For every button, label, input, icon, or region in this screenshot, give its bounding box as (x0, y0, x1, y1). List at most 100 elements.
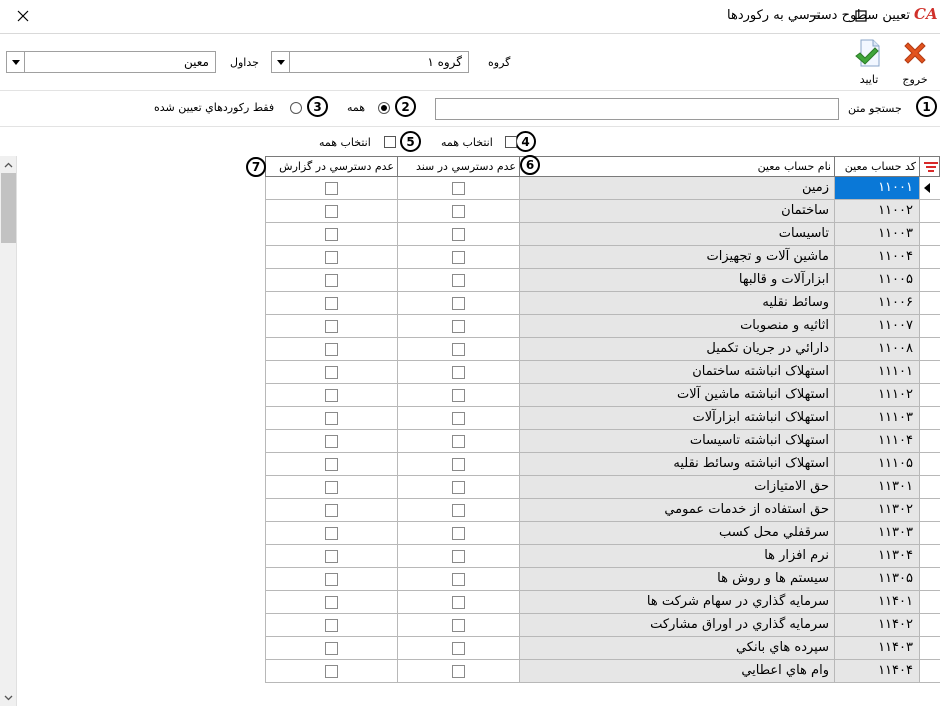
tables-select[interactable]: معین (6, 51, 216, 73)
account-code-cell[interactable]: ۱۱۰۰۸ (835, 338, 920, 361)
table-row[interactable]: وام هاي اعطایي ۱۱۴۰۴ (265, 660, 940, 683)
no-access-report-checkbox[interactable] (324, 596, 338, 609)
row-indicator[interactable] (920, 315, 940, 338)
no-access-report-cell[interactable] (265, 430, 398, 453)
no-access-doc-cell[interactable] (398, 476, 520, 499)
no-access-doc-cell[interactable] (398, 453, 520, 476)
no-access-doc-cell[interactable] (398, 292, 520, 315)
table-row[interactable]: وسائط نقلیه ۱۱۰۰۶ (265, 292, 940, 315)
chevron-down-icon[interactable] (7, 52, 25, 72)
no-access-report-checkbox[interactable] (324, 205, 338, 218)
no-access-report-checkbox[interactable] (324, 458, 338, 471)
account-code-cell[interactable]: ۱۱۰۰۵ (835, 269, 920, 292)
no-access-doc-checkbox[interactable] (451, 389, 465, 402)
no-access-report-cell[interactable] (265, 522, 398, 545)
row-indicator[interactable] (920, 660, 940, 683)
table-row[interactable]: حق استفاده از خدمات عمومي ۱۱۳۰۲ (265, 499, 940, 522)
column-header-no-access-doc[interactable]: عدم دسترسي در سند (398, 156, 520, 177)
row-indicator[interactable] (920, 522, 940, 545)
no-access-report-cell[interactable] (265, 292, 398, 315)
table-row[interactable]: استهلاک انباشته ابزارآلات ۱۱۱۰۳ (265, 407, 940, 430)
scroll-up-button[interactable] (0, 156, 17, 173)
account-name-cell[interactable]: سرمایه گذاري در اوراق مشارکت (520, 614, 835, 637)
table-row[interactable]: سرمایه گذاري در سهام شرکت ها ۱۱۴۰۱ (265, 591, 940, 614)
close-button[interactable] (0, 0, 46, 32)
account-code-cell[interactable]: ۱۱۰۰۳ (835, 223, 920, 246)
account-name-cell[interactable]: زمین (520, 177, 835, 200)
no-access-report-checkbox[interactable] (324, 435, 338, 448)
no-access-report-cell[interactable] (265, 200, 398, 223)
no-access-report-checkbox[interactable] (324, 366, 338, 379)
table-row[interactable]: ماشین آلات و تجهیزات ۱۱۰۰۴ (265, 246, 940, 269)
account-code-cell[interactable]: ۱۱۱۰۱ (835, 361, 920, 384)
account-name-cell[interactable]: حق استفاده از خدمات عمومي (520, 499, 835, 522)
account-code-cell[interactable]: ۱۱۴۰۲ (835, 614, 920, 637)
filter-button[interactable] (920, 156, 940, 177)
no-access-doc-cell[interactable] (398, 568, 520, 591)
no-access-report-checkbox[interactable] (324, 251, 338, 264)
no-access-doc-cell[interactable] (398, 384, 520, 407)
account-name-cell[interactable]: استهلاک انباشته ماشین آلات (520, 384, 835, 407)
no-access-doc-cell[interactable] (398, 499, 520, 522)
no-access-report-cell[interactable] (265, 338, 398, 361)
no-access-doc-cell[interactable] (398, 361, 520, 384)
table-row[interactable]: ساختمان ۱۱۰۰۲ (265, 200, 940, 223)
account-name-cell[interactable]: سرمایه گذاري در سهام شرکت ها (520, 591, 835, 614)
no-access-report-checkbox[interactable] (324, 642, 338, 655)
no-access-report-cell[interactable] (265, 614, 398, 637)
account-code-cell[interactable]: ۱۱۰۰۴ (835, 246, 920, 269)
column-header-name[interactable]: نام حساب معین (520, 156, 835, 177)
no-access-doc-checkbox[interactable] (451, 458, 465, 471)
no-access-doc-checkbox[interactable] (451, 550, 465, 563)
no-access-doc-cell[interactable] (398, 430, 520, 453)
account-name-cell[interactable]: ماشین آلات و تجهیزات (520, 246, 835, 269)
account-code-cell[interactable]: ۱۱۳۰۲ (835, 499, 920, 522)
no-access-report-cell[interactable] (265, 591, 398, 614)
account-code-cell[interactable]: ۱۱۳۰۴ (835, 545, 920, 568)
maximize-button[interactable] (838, 0, 884, 32)
table-row[interactable]: زمین ۱۱۰۰۱ (265, 177, 940, 200)
select-all-report-checkbox[interactable] (384, 136, 396, 148)
no-access-report-checkbox[interactable] (324, 550, 338, 563)
account-code-cell[interactable]: ۱۱۱۰۳ (835, 407, 920, 430)
no-access-doc-checkbox[interactable] (451, 665, 465, 678)
table-row[interactable]: نرم افزار ها ۱۱۳۰۴ (265, 545, 940, 568)
account-name-cell[interactable]: ابزارآلات و قالبها (520, 269, 835, 292)
account-code-cell[interactable]: ۱۱۴۰۴ (835, 660, 920, 683)
no-access-doc-cell[interactable] (398, 200, 520, 223)
no-access-doc-cell[interactable] (398, 177, 520, 200)
no-access-report-checkbox[interactable] (324, 665, 338, 678)
column-header-no-access-report[interactable]: عدم دسترسي در گزارش (265, 156, 398, 177)
no-access-report-cell[interactable] (265, 361, 398, 384)
no-access-doc-cell[interactable] (398, 591, 520, 614)
row-indicator[interactable] (920, 499, 940, 522)
no-access-doc-checkbox[interactable] (451, 596, 465, 609)
radio-assigned-only[interactable] (290, 102, 302, 114)
no-access-doc-cell[interactable] (398, 637, 520, 660)
account-code-cell[interactable]: ۱۱۴۰۱ (835, 591, 920, 614)
no-access-report-cell[interactable] (265, 246, 398, 269)
row-indicator[interactable] (920, 476, 940, 499)
no-access-doc-checkbox[interactable] (451, 228, 465, 241)
table-row[interactable]: حق الامتیازات ۱۱۳۰۱ (265, 476, 940, 499)
no-access-doc-checkbox[interactable] (451, 251, 465, 264)
table-row[interactable]: سیستم ها و روش ها ۱۱۳۰۵ (265, 568, 940, 591)
no-access-report-cell[interactable] (265, 223, 398, 246)
table-row[interactable]: سرقفلي محل کسب ۱۱۳۰۳ (265, 522, 940, 545)
no-access-doc-checkbox[interactable] (451, 504, 465, 517)
no-access-report-checkbox[interactable] (324, 343, 338, 356)
no-access-doc-cell[interactable] (398, 246, 520, 269)
no-access-doc-checkbox[interactable] (451, 297, 465, 310)
row-indicator[interactable] (920, 177, 940, 200)
no-access-report-cell[interactable] (265, 637, 398, 660)
group-select[interactable]: گروه ۱ (271, 51, 469, 73)
minimize-button[interactable] (792, 0, 838, 32)
no-access-doc-cell[interactable] (398, 522, 520, 545)
no-access-doc-checkbox[interactable] (451, 182, 465, 195)
exit-button[interactable]: خروج (896, 37, 934, 89)
account-name-cell[interactable]: نرم افزار ها (520, 545, 835, 568)
account-name-cell[interactable]: سپرده هاي بانکي (520, 637, 835, 660)
row-indicator[interactable] (920, 269, 940, 292)
row-indicator[interactable] (920, 292, 940, 315)
account-name-cell[interactable]: استهلاک انباشته وسائط نقلیه (520, 453, 835, 476)
